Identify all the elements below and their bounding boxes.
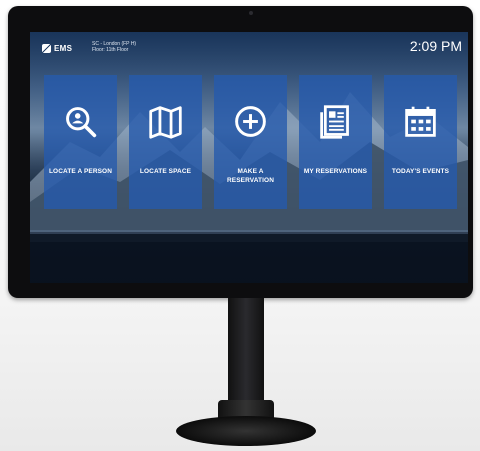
location-info: SC - London (FP H) Floor: 11th Floor [92,41,136,53]
stand-base [176,416,316,446]
tile-make-reservation[interactable]: MAKE A RESERVATION [214,75,287,209]
plus-circle-icon [235,106,266,137]
kiosk-screen: EMS SC - London (FP H) Floor: 11th Floor… [30,32,468,283]
calendar-icon [405,106,436,137]
tile-locate-space[interactable]: LOCATE SPACE [129,75,202,209]
ems-logo: EMS [42,44,72,53]
location-floor: Floor: 11th Floor [92,47,129,53]
screen-header: EMS SC - London (FP H) Floor: 11th Floor… [30,32,468,66]
logo-text: EMS [54,44,73,53]
search-person-icon [66,107,97,138]
tile-label: TODAY'S EVENTS [391,168,450,175]
tile-label: MAKE A RESERVATION [227,168,274,184]
camera-icon [249,11,253,15]
map-icon [149,106,182,139]
tile-label: LOCATE A PERSON [48,168,112,175]
tile-label: MY RESERVATIONS [303,168,368,175]
tile-my-reservations[interactable]: MY RESERVATIONS [299,75,372,209]
document-icon [320,105,349,139]
kiosk-monitor: EMS SC - London (FP H) Floor: 11th Floor… [8,6,473,298]
tile-todays-events[interactable]: TODAY'S EVENTS [384,75,457,209]
logo-mark-icon [42,44,51,53]
tile-label: LOCATE SPACE [139,168,192,175]
monitor-stand [228,298,264,404]
tile-menu: LOCATE A PERSON LOCATE SPACE MAKE A RESE… [44,75,457,209]
tile-locate-person[interactable]: LOCATE A PERSON [44,75,117,209]
clock: 2:09 PM [409,38,462,54]
